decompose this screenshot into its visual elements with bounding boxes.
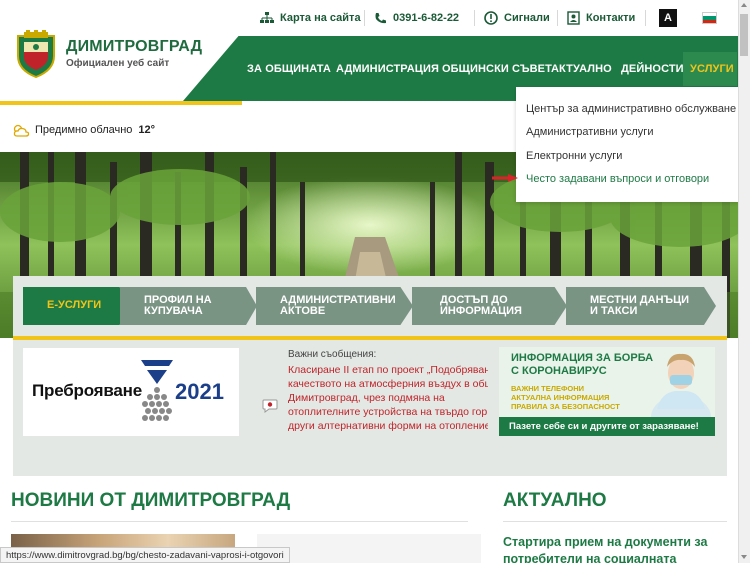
ticker-line: качеството на атмосферния въздух в общ bbox=[288, 378, 488, 390]
nav-item-administratsiya[interactable]: АДМИНИСТРАЦИЯ bbox=[336, 36, 439, 101]
actual-section-title: АКТУАЛНО bbox=[503, 490, 607, 511]
ticker-line: Димитровград, чрез подмяна на bbox=[288, 392, 445, 404]
contacts-label: Контакти bbox=[586, 12, 636, 24]
tab-label: Е-УСЛУГИ bbox=[47, 299, 102, 311]
nav-item-za-obshtinata[interactable]: ЗА ОБЩИНАТА bbox=[247, 36, 331, 101]
tab-label: ИНФОРМАЦИЯ bbox=[440, 305, 522, 317]
important-messages-ticker[interactable]: Класиране II етап по проект „Подобряван … bbox=[288, 363, 488, 435]
census-year: 2021 bbox=[175, 379, 224, 404]
topbar-divider bbox=[645, 10, 646, 26]
contacts-icon bbox=[567, 11, 580, 25]
weather-description: Предимно облачно bbox=[35, 124, 133, 136]
topbar-divider bbox=[474, 10, 475, 26]
alert-icon bbox=[484, 11, 498, 25]
cloudy-sun-icon bbox=[13, 124, 30, 137]
corona-info-line: ВАЖНИ ТЕЛЕФОНИ bbox=[511, 384, 585, 393]
corona-slogan-bar: Пазете себе си и другите от заразяване! bbox=[499, 417, 715, 436]
header-accent-strip bbox=[0, 101, 242, 105]
high-contrast-button[interactable]: A bbox=[659, 9, 677, 27]
tab-mestni-danatsi[interactable] bbox=[566, 287, 716, 325]
scroll-down-arrow-icon[interactable] bbox=[741, 555, 747, 559]
dropdown-item-tsentar[interactable]: Център за административно обслужване bbox=[516, 97, 738, 121]
weather-temperature: 12° bbox=[138, 124, 156, 136]
weather-widget: Предимно облачно 12° bbox=[12, 122, 155, 138]
info-panel-accent bbox=[13, 336, 727, 340]
signals-link[interactable]: Сигнали bbox=[484, 9, 550, 27]
ticker-line: отоплителните устройства на твърдо гор bbox=[288, 406, 488, 418]
actual-item-line: потребители на социалната услуга bbox=[503, 552, 677, 563]
important-messages-heading: Важни съобщения: bbox=[288, 349, 377, 360]
chat-bubble-icon bbox=[262, 399, 278, 413]
ticker-line: други алтернативни форми на отопление bbox=[288, 420, 488, 432]
red-arrow-pointer-icon bbox=[492, 174, 518, 182]
news-card[interactable] bbox=[257, 534, 481, 563]
ticker-line: Класиране II етап по проект „Подобряван bbox=[288, 364, 488, 376]
dropdown-item-elektronni-uslugi[interactable]: Електронни услуги bbox=[516, 144, 738, 168]
tab-label: КУПУВАЧА bbox=[144, 305, 203, 317]
tab-label: АКТОВЕ bbox=[280, 305, 326, 317]
actual-news-link[interactable]: Стартира прием на документи за потребите… bbox=[503, 534, 718, 563]
corona-info-line: ПРАВИЛА ЗА БЕЗОПАСНОСТ bbox=[511, 402, 620, 411]
sitemap-icon bbox=[260, 12, 274, 23]
actual-section-divider bbox=[503, 521, 727, 522]
corona-title-line: ИНФОРМАЦИЯ ЗА БОРБА bbox=[511, 352, 654, 364]
phone-number: 0391-6-82-22 bbox=[393, 12, 460, 24]
topbar-divider bbox=[557, 10, 558, 26]
bulgarian-flag-icon[interactable] bbox=[702, 12, 717, 24]
news-section-title: НОВИНИ ОТ ДИМИТРОВГРАД bbox=[11, 490, 291, 511]
dropdown-item-faq[interactable]: Често задавани въпроси и отговори bbox=[516, 168, 738, 192]
dropdown-item-administrativni-uslugi[interactable]: Административни услуги bbox=[516, 121, 738, 145]
phone-link[interactable]: 0391-6-82-22 bbox=[374, 9, 459, 27]
corona-title: ИНФОРМАЦИЯ ЗА БОРБА С КОРОНАВИРУС bbox=[511, 352, 653, 378]
topbar-divider bbox=[364, 10, 365, 26]
news-section-divider bbox=[11, 521, 468, 522]
browser-status-url: https://www.dimitrovgrad.bg/bg/chesto-za… bbox=[0, 547, 290, 563]
coronavirus-info-banner[interactable]: ИНФОРМАЦИЯ ЗА БОРБА С КОРОНАВИРУС ВАЖНИ … bbox=[499, 347, 715, 436]
corona-info-lines: ВАЖНИ ТЕЛЕФОНИ АКТУАЛНА ИНФОРМАЦИЯ ПРАВИ… bbox=[511, 384, 620, 411]
corona-title-line: С КОРОНАВИРУС bbox=[511, 365, 607, 377]
corona-info-line: АКТУАЛНА ИНФОРМАЦИЯ bbox=[511, 393, 610, 402]
signals-label: Сигнали bbox=[504, 12, 550, 24]
sitemap-label: Карта на сайта bbox=[280, 12, 361, 24]
scrollbar-thumb[interactable] bbox=[740, 14, 748, 56]
vertical-scrollbar[interactable] bbox=[738, 0, 750, 563]
census-dots-logo bbox=[141, 360, 173, 421]
census-label: Преброяване bbox=[32, 381, 143, 400]
sitemap-link[interactable]: Карта на сайта bbox=[260, 9, 361, 27]
actual-item-line: Стартира прием на документи за bbox=[503, 535, 708, 549]
phone-icon bbox=[375, 12, 386, 23]
census-2021-banner[interactable]: Преброяване 2021 bbox=[23, 348, 239, 436]
page: ДИМИТРОВГРАД Официален уеб сайт Карта на… bbox=[0, 0, 750, 563]
services-dropdown-menu: Център за административно обслужване Адм… bbox=[516, 87, 738, 202]
tab-label: И ТАКСИ bbox=[590, 305, 638, 317]
medical-worker-image bbox=[651, 353, 711, 417]
scroll-up-arrow-icon[interactable] bbox=[741, 3, 747, 7]
contacts-link[interactable]: Контакти bbox=[567, 9, 635, 27]
